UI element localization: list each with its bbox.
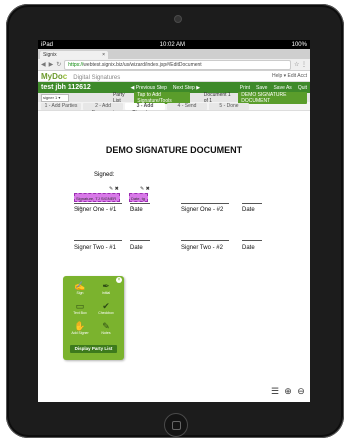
tool-label: Sign [76, 291, 84, 295]
date-line [242, 240, 262, 241]
tool-notes[interactable]: ✎ Notes [96, 321, 116, 335]
initial-icon: ✒ [102, 281, 110, 291]
signed-label: Signed: [94, 172, 115, 178]
tab-title: Signix [43, 52, 57, 58]
screen: iPad 10:02 AM 100% Signix × ◀ ▶ ↻ https:… [38, 40, 310, 402]
date-label: Date [130, 245, 143, 251]
tab-close-icon[interactable]: × [102, 51, 105, 59]
menu-icon[interactable]: ☆ ⋮ [294, 61, 307, 68]
date-label: Date [242, 245, 255, 251]
tool-panel: × ✍ Sign ✒ Initial ▭ Text Box ✔ Checkbox ✋ Ad… [63, 276, 124, 360]
camera [174, 15, 182, 23]
step-add-parties[interactable]: 1 - Add Parties [41, 103, 81, 110]
tool-label: Text Box [73, 311, 87, 315]
notes-icon: ✎ [102, 321, 110, 331]
step-send[interactable]: 4 - Send [167, 103, 207, 110]
clock: 10:02 AM [159, 41, 185, 48]
tool-label: Initial [101, 291, 111, 295]
document-name: test jbh 112612 [41, 84, 91, 91]
step-add-signatures[interactable]: 3 - Add Signatures [125, 103, 165, 116]
date-line [130, 203, 150, 204]
sign-icon: ✍ [74, 281, 86, 291]
field2-edit-icons[interactable]: ✎ ✖ [140, 186, 150, 192]
signer-select[interactable]: signer 1 ▾ [41, 93, 69, 102]
previous-step-button[interactable]: ◀ Previous Step [131, 85, 167, 91]
signature-field[interactable]: Signature, TJ SIGNER 1 8 [74, 193, 120, 210]
tool-label: Notes [101, 331, 111, 335]
app-subtitle: Digital Signatures [73, 74, 121, 81]
text-box-icon: ▭ [75, 301, 85, 311]
tool-sign[interactable]: ✍ Sign [70, 281, 90, 295]
document-title: DEMO SIGNATURE DOCUMENT [105, 145, 243, 155]
save-as-button[interactable]: Save As [273, 85, 291, 91]
app-logo: MyDoc [41, 72, 67, 81]
home-button[interactable] [164, 413, 188, 437]
logo-c: c [62, 71, 68, 81]
sign-line [181, 203, 229, 204]
document-select[interactable]: DEMO SIGNATURE DOCUMENT [238, 91, 307, 104]
list-icon[interactable]: ☰ [270, 386, 280, 396]
signer-one-2-label: Signer One - #2 [181, 207, 224, 213]
checkbox-icon: ✔ [102, 301, 110, 311]
date-field[interactable]: Date, tg 1 [129, 193, 148, 210]
reload-icon[interactable]: ↻ [56, 61, 61, 68]
print-button[interactable]: Print [240, 85, 250, 91]
date-label: Date [130, 207, 143, 213]
browser-tab[interactable]: Signix × [40, 51, 108, 59]
display-party-list-button[interactable]: Display Party List [70, 345, 117, 353]
signer-two-1-label: Signer Two - #1 [74, 245, 116, 251]
home-icon [172, 421, 181, 430]
sign-line [181, 240, 229, 241]
tool-label: Checkbox [98, 311, 114, 315]
date-line [130, 240, 150, 241]
signer-two-2-label: Signer Two - #2 [181, 245, 223, 251]
zoom-tools: ☰ ⊕ ⊖ [270, 386, 306, 396]
tool-add-signer[interactable]: ✋ Add Signer [70, 321, 90, 335]
document-page: DEMO SIGNATURE DOCUMENT Signed: ✎ ✖ Sign… [38, 111, 310, 402]
back-icon[interactable]: ◀ [41, 61, 46, 68]
logo-text: MyDo [41, 71, 63, 81]
url-input[interactable]: https://webtest.signix.biz/us/wizard/ind… [64, 59, 291, 70]
url-bar: ◀ ▶ ↻ https://webtest.signix.biz/us/wiza… [38, 59, 310, 71]
field1-edit-icons[interactable]: ✎ ✖ [109, 186, 119, 192]
zoom-in-icon[interactable]: ⊕ [283, 386, 293, 396]
status-bar: iPad 10:02 AM 100% [38, 40, 310, 49]
party-bar: signer 1 ▾ Party List Tap to Add Signatu… [38, 91, 310, 104]
account-links[interactable]: Help ▾ Edit Acct [272, 73, 307, 79]
app-header: MyDoc Digital Signatures Help ▾ Edit Acct [38, 71, 310, 82]
party-list-link[interactable]: Party List [113, 92, 130, 104]
url-https: https:// [68, 61, 84, 68]
tool-checkbox[interactable]: ✔ Checkbox [96, 301, 116, 315]
sign-line [74, 203, 122, 204]
tap-hint: Tap to Add Signature/Tools [134, 91, 190, 104]
document-count: Document 1 of 1 [203, 91, 231, 104]
add-signer-icon: ✋ [74, 321, 86, 331]
panel-close-icon[interactable]: × [116, 277, 122, 283]
save-button[interactable]: Save [256, 85, 267, 91]
date-line [242, 203, 262, 204]
tool-initial[interactable]: ✒ Initial [96, 281, 116, 295]
date-label: Date [242, 207, 255, 213]
next-step-button[interactable]: Next Step ▶ [173, 85, 200, 91]
battery-label: 100% [291, 41, 307, 48]
zoom-out-icon[interactable]: ⊖ [296, 386, 306, 396]
sign-line [74, 240, 122, 241]
forward-icon[interactable]: ▶ [49, 61, 54, 68]
carrier-label: iPad [41, 41, 54, 48]
browser-tabbar: Signix × [38, 49, 310, 59]
tool-text-box[interactable]: ▭ Text Box [70, 301, 90, 315]
tool-label: Add Signer [71, 331, 89, 335]
quit-button[interactable]: Quit [298, 85, 307, 91]
step-done[interactable]: 5 - Done [209, 103, 249, 110]
url-text: webtest.signix.biz/us/wizard/index.jsp#/… [83, 61, 202, 68]
step-add-document[interactable]: 2 - Add Document [83, 103, 123, 116]
signer-one-1-label: Signer One - #1 [74, 207, 117, 213]
